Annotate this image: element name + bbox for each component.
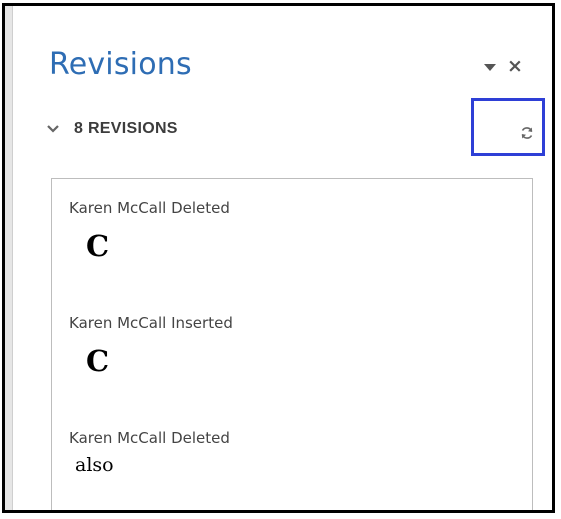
- revisions-list: Karen McCall Deleted C Karen McCall Inse…: [51, 178, 533, 510]
- revisions-count-label: 8 REVISIONS: [74, 120, 178, 137]
- revisions-summary-toggle[interactable]: 8 REVISIONS: [46, 118, 178, 140]
- revision-item[interactable]: Karen McCall Deleted also: [69, 429, 230, 476]
- revision-content: C: [86, 229, 110, 263]
- revision-author-action: Karen McCall Deleted: [69, 429, 230, 447]
- pane-title: Revisions: [49, 47, 192, 82]
- dropdown-triangle-icon: [484, 64, 496, 71]
- revision-author-action: Karen McCall Inserted: [69, 314, 233, 332]
- revisions-pane: Revisions × 8 REVISIONS Karen McCall Del…: [14, 6, 552, 510]
- revision-content: C: [86, 344, 110, 378]
- refresh-icon: [520, 126, 534, 140]
- document-edge: [5, 6, 13, 510]
- screenshot-frame: Revisions × 8 REVISIONS Karen McCall Del…: [2, 3, 555, 513]
- revision-author-action: Karen McCall Deleted: [69, 199, 230, 217]
- revision-content: also: [75, 454, 114, 476]
- chevron-down-icon: [46, 124, 60, 134]
- pane-options-button[interactable]: [482, 60, 498, 74]
- revision-item[interactable]: Karen McCall Inserted C: [69, 314, 233, 376]
- refresh-button[interactable]: [471, 98, 545, 156]
- close-pane-button[interactable]: ×: [506, 56, 524, 76]
- revision-item[interactable]: Karen McCall Deleted C: [69, 199, 230, 261]
